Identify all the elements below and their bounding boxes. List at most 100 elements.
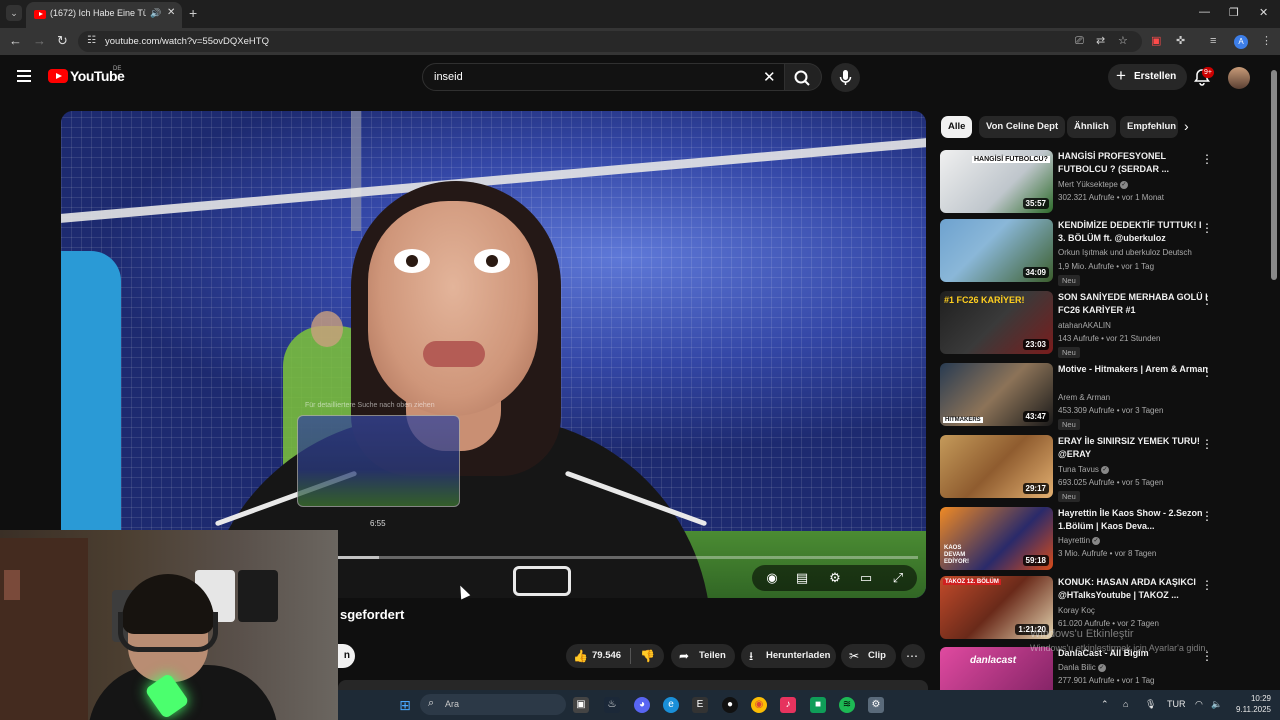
like-count[interactable]: 79.546 (592, 650, 621, 661)
video-thumbnail[interactable]: HANGİSİ FUTBOLCU? 35:57 (940, 150, 1053, 213)
miniplayer-icon[interactable]: ▭ (858, 570, 874, 586)
chip-all[interactable]: Alle (941, 116, 973, 138)
channel-name[interactable]: Arem & Arman (1058, 393, 1110, 402)
app-icon[interactable]: ● (722, 697, 738, 713)
recommendation-item[interactable]: HANGİSİ FUTBOLCU? 35:57 HANGİSİ PROFESYO… (940, 150, 1220, 216)
capcut-icon[interactable]: ♪ (780, 697, 796, 713)
video-title[interactable]: KENDİMİZE DEDEKTİF TUTTUK! I 3. BÖLÜM ft… (1058, 219, 1208, 245)
channel-name[interactable]: Mert Yüksektepe ✓ (1058, 180, 1128, 189)
volume-icon[interactable]: 🔈 (1211, 699, 1222, 710)
guide-menu-icon[interactable] (17, 70, 31, 85)
chip-related[interactable]: Ähnlich (1067, 116, 1116, 138)
video-thumbnail[interactable]: KAOS DEVAM EDİYOR! 59:18 (940, 507, 1053, 570)
subtitles-icon[interactable]: ▤ (794, 570, 810, 586)
window-close-icon[interactable]: ✕ (1259, 6, 1268, 19)
more-vertical-icon[interactable]: ⋮ (1201, 437, 1213, 451)
share-button[interactable]: ➦ Teilen (671, 644, 735, 668)
create-button[interactable]: + Erstellen (1108, 64, 1187, 90)
channel-name[interactable]: Tuna Tavus ✓ (1058, 465, 1109, 474)
video-thumbnail[interactable]: #1 FC26 KARİYER! 23:03 (940, 291, 1053, 354)
channel-name[interactable]: Orkun Işıtmak und uberkuloz Deutsch (1058, 248, 1210, 257)
app-green-icon[interactable]: ■ (810, 697, 826, 713)
video-thumbnail[interactable]: danlacast (940, 647, 1053, 690)
description-box[interactable] (338, 680, 928, 690)
settings-gear-icon[interactable]: ⚙ (868, 697, 884, 713)
tab-close-icon[interactable]: ✕ (167, 7, 175, 18)
search-button[interactable] (785, 63, 822, 91)
forward-icon[interactable]: → (33, 33, 46, 49)
extension-red-icon[interactable]: ▣ (1151, 34, 1161, 48)
channel-name[interactable]: Danla Bilic ✓ (1058, 663, 1106, 672)
more-vertical-icon[interactable]: ⋮ (1201, 578, 1213, 592)
translate-icon[interactable]: ⇄ (1096, 34, 1105, 48)
recommendation-item[interactable]: HITMAKERS 43:47 Motive - Hitmakers | Are… (940, 363, 1220, 430)
browser-profile-avatar[interactable]: A (1234, 35, 1248, 49)
video-title[interactable]: Hayrettin İle Kaos Show - 2.Sezon 1.Bölü… (1058, 507, 1208, 533)
chrome-icon[interactable]: ◉ (751, 697, 767, 713)
reload-icon[interactable]: ↻ (57, 33, 68, 49)
browser-tab-active[interactable]: (1672) Ich Habe Eine Türkis 🔊 ✕ (26, 2, 182, 28)
recommendation-item[interactable]: 29:17 ERAY İle SINIRSIZ YEMEK TURU! @ERA… (940, 435, 1220, 502)
tray-overflow-icon[interactable]: ⌃ (1101, 699, 1109, 710)
autoplay-toggle-icon[interactable]: ◉ (764, 570, 780, 586)
microphone-icon[interactable]: 🎙 (1145, 699, 1156, 710)
progress-bar[interactable] (338, 556, 918, 559)
video-title[interactable]: Motive - Hitmakers | Arem & Arman (1058, 363, 1208, 376)
like-thumb-icon[interactable]: 👍 (573, 648, 588, 664)
restore-icon[interactable]: ❐ (1229, 6, 1239, 19)
task-view-icon[interactable]: ▣ (573, 697, 589, 713)
taskbar-search[interactable]: ⌕ Ara (420, 694, 566, 715)
network-icon[interactable]: ⌂ (1123, 699, 1128, 709)
channel-name[interactable]: atahanAKALIN (1058, 321, 1111, 330)
more-vertical-icon[interactable]: ⋮ (1201, 365, 1213, 379)
wifi-icon[interactable]: ◠ (1195, 699, 1203, 710)
video-thumbnail[interactable]: 29:17 (940, 435, 1053, 498)
keyboard-language[interactable]: TUR (1167, 699, 1186, 709)
video-title[interactable]: SON SANİYEDE MERHABA GOLÜ I FC26 KARİYER… (1058, 291, 1208, 317)
settings-gear-icon[interactable]: ⚙ (827, 570, 843, 586)
chevron-right-icon[interactable]: › (1184, 118, 1189, 134)
video-player[interactable] (61, 111, 926, 598)
minimize-icon[interactable]: — (1199, 6, 1210, 18)
new-tab-button[interactable]: + (189, 5, 197, 21)
dislike-thumb-icon[interactable]: 👎 (640, 648, 655, 664)
back-icon[interactable]: ← (9, 33, 22, 49)
page-scrollbar[interactable] (1271, 60, 1277, 684)
chip-from-channel[interactable]: Von Celine Dept (979, 116, 1066, 138)
media-control-icon[interactable]: ≡ (1210, 34, 1216, 48)
clear-search-icon[interactable]: ✕ (763, 68, 776, 86)
video-thumbnail[interactable]: HITMAKERS 43:47 (940, 363, 1053, 426)
tab-search-button[interactable]: ⌄ (6, 5, 22, 21)
chip-recommended[interactable]: Empfehlun (1120, 116, 1178, 138)
edge-icon[interactable]: e (663, 697, 679, 713)
extensions-puzzle-icon[interactable]: ✜ (1176, 34, 1185, 48)
recommendation-item[interactable]: 34:09 KENDİMİZE DEDEKTİF TUTTUK! I 3. BÖ… (940, 219, 1220, 286)
bookmark-star-icon[interactable]: ☆ (1118, 34, 1128, 48)
voice-search-button[interactable] (831, 63, 860, 92)
windows-start-icon[interactable]: ⊞ (397, 697, 413, 713)
video-title[interactable]: KONUK: HASAN ARDA KAŞIKCI @HTalksYoutube… (1058, 576, 1208, 602)
search-input[interactable]: inseid ✕ (422, 63, 785, 91)
discord-icon[interactable]: ◕ (634, 697, 650, 713)
more-vertical-icon[interactable]: ⋮ (1201, 293, 1213, 307)
site-info-icon[interactable]: ☷ (87, 35, 96, 46)
recommendation-item[interactable]: KAOS DEVAM EDİYOR! 59:18 Hayrettin İle K… (940, 507, 1220, 573)
recommendation-item[interactable]: danlacast DanlaCast - All Bigim Danla Bi… (940, 647, 1220, 690)
download-button[interactable]: ⭳ Herunterladen (741, 644, 836, 668)
video-title[interactable]: ERAY İle SINIRSIZ YEMEK TURU! @ERAY (1058, 435, 1208, 461)
fullscreen-icon[interactable]: ⤢ (890, 570, 906, 586)
more-vertical-icon[interactable]: ⋮ (1201, 221, 1213, 235)
browser-menu-icon[interactable]: ⋮ (1261, 34, 1272, 48)
audio-playing-icon[interactable]: 🔊 (150, 8, 161, 19)
video-thumbnail[interactable]: 34:09 (940, 219, 1053, 282)
video-title[interactable]: HANGİSİ PROFESYONEL FUTBOLCU ? (SERDAR .… (1058, 150, 1208, 176)
account-avatar[interactable] (1228, 67, 1250, 89)
more-vertical-icon[interactable]: ⋮ (1201, 509, 1213, 523)
recommendation-item[interactable]: #1 FC26 KARİYER! 23:03 SON SANİYEDE MERH… (940, 291, 1220, 358)
channel-name[interactable]: Koray Koç (1058, 606, 1095, 615)
clip-button[interactable]: ✂ Clip (841, 644, 896, 668)
cast-icon[interactable]: ⎚ (1075, 34, 1084, 48)
more-vertical-icon[interactable]: ⋮ (1201, 152, 1213, 166)
address-bar[interactable]: ☷ youtube.com/watch?v=55ovDQXeHTQ (78, 31, 1142, 52)
spotify-icon[interactable]: ≋ (839, 697, 855, 713)
